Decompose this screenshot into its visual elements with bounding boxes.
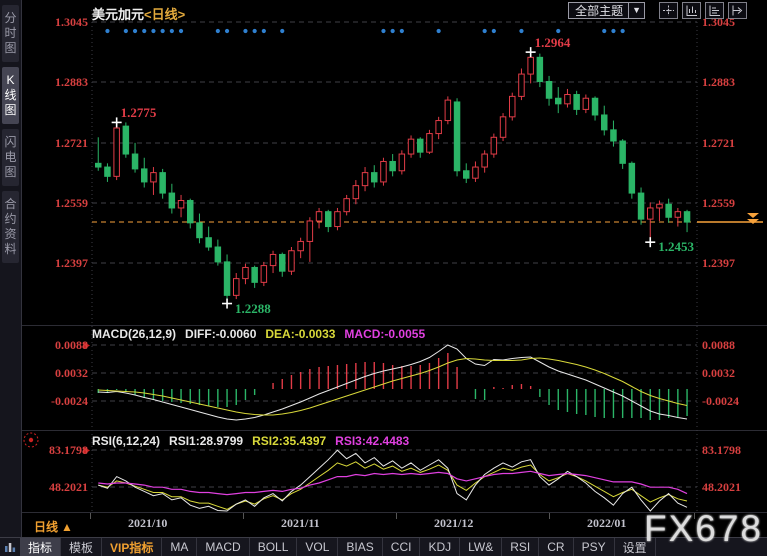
- mini-chart-icon-glyph: [5, 543, 16, 552]
- rsi-panel-plot: [98, 449, 688, 512]
- toolbar-item-boll[interactable]: BOLL: [250, 538, 298, 556]
- x-axis-scale-button[interactable]: [705, 2, 724, 19]
- sidebar-tab-kline-chart[interactable]: K线图: [2, 67, 19, 124]
- toolbar-item-psy[interactable]: PSY: [574, 538, 615, 556]
- trading-app-window: 分时图 K线图 闪电图 合约资料 全部主题 ▼ 美元加元<日线> MACD(26…: [0, 0, 767, 556]
- rsi-header: RSI(6,12,24) RSI1:28.9799 RSI2:35.4397 RSI3…: [92, 434, 418, 448]
- y-axis-label: 0.0032: [55, 366, 88, 380]
- top-controls: 全部主题 ▼: [568, 2, 747, 19]
- price-annotation: 1.2964: [534, 35, 571, 51]
- x-axis-date-label: 2021/10: [128, 516, 168, 530]
- y-axis-label: 83.1798: [702, 443, 741, 457]
- toolbar-item-cr[interactable]: CR: [539, 538, 574, 556]
- chart-type-sidebar: 分时图 K线图闪电图合约资料: [0, 0, 22, 537]
- sidebar-tab-contract-info[interactable]: 合约资料: [2, 191, 19, 263]
- y-axis-label: 0.0032: [702, 366, 735, 380]
- symbol-name: 美元加元: [92, 7, 145, 22]
- price-annotation: 1.2288: [235, 300, 271, 316]
- mini-chart-icon[interactable]: [0, 538, 20, 556]
- date-axis: 日线 ▲ 2021/10 2021/11 2021/12 2022/01: [22, 513, 767, 537]
- sidebar-tab-lightning-chart[interactable]: 闪电图: [2, 129, 19, 186]
- toolbar-item-settings[interactable]: 设置: [615, 538, 656, 556]
- y-axis-label: 1.2883: [702, 75, 735, 89]
- theme-dropdown[interactable]: 全部主题 ▼: [568, 2, 645, 19]
- y-axis-label: 1.2883: [55, 75, 88, 89]
- y-axis-label: -0.0024: [702, 394, 739, 408]
- y-axis-label: 1.2559: [702, 196, 735, 210]
- price-marker-icon: [747, 213, 759, 218]
- rsi-title: RSI(6,12,24): [92, 434, 161, 448]
- chevron-down-icon: ▼: [628, 3, 644, 18]
- rsi1-line: [98, 449, 688, 512]
- shift-right-button[interactable]: [728, 2, 747, 19]
- y-axis-label: 1.2397: [702, 256, 735, 270]
- toolbar-item-kdj[interactable]: KDJ: [420, 538, 461, 556]
- y-axis-label: 0.0088: [55, 338, 88, 352]
- toolbar-item-vol[interactable]: VOL: [297, 538, 339, 556]
- toolbar-item-templates[interactable]: 模板: [61, 538, 103, 556]
- x-axis-date-label: 2022/01: [587, 516, 627, 530]
- triangle-up-icon: ▲: [61, 520, 73, 534]
- x-axis-tick: [694, 513, 695, 519]
- chart-title: 美元加元<日线>: [92, 4, 185, 23]
- sidebar-tab-time-chart[interactable]: 分时图: [2, 5, 19, 62]
- y-axis-label: 48.2021: [702, 480, 741, 494]
- macd-macd-value: MACD:-0.0055: [344, 327, 426, 341]
- y-axis-label: 1.2721: [702, 136, 735, 150]
- chart-svg: [23, 10, 763, 512]
- toolbar-item-vip-indicators[interactable]: VIP指标: [102, 538, 163, 556]
- macd-dea-value: DEA:-0.0033: [265, 327, 336, 341]
- toolbar-item-ma[interactable]: MA: [162, 538, 198, 556]
- signal-dots: [105, 28, 625, 34]
- toolbar-item-macd[interactable]: MACD: [197, 538, 250, 556]
- y-axis-label: 1.2559: [55, 196, 88, 210]
- y-axis-label: 48.2021: [49, 480, 88, 494]
- y-axis-label: 83.1798: [49, 443, 88, 457]
- shift-right-icon: [732, 5, 743, 16]
- macd-panel-plot: [97, 344, 688, 421]
- price-annotation: 1.2453: [658, 239, 694, 255]
- toolbar-item-indicators[interactable]: 指标: [20, 538, 62, 556]
- x-axis-tick: [90, 513, 91, 519]
- x-axis-tick: [549, 513, 550, 519]
- x-axis-tick: [396, 513, 397, 519]
- period-label: 日线: [34, 520, 59, 534]
- y-axis-label: 1.2721: [55, 136, 88, 150]
- rsi2-value: RSI2:35.4397: [252, 434, 327, 448]
- y-axis-label: 1.2397: [55, 256, 88, 270]
- price-annotation: 1.2775: [120, 105, 157, 121]
- crosshair-tool-button[interactable]: [659, 2, 678, 19]
- period-selector[interactable]: 日线 ▲: [34, 518, 73, 535]
- toolbar-item-rsi[interactable]: RSI: [502, 538, 540, 556]
- theme-dropdown-label: 全部主题: [575, 4, 624, 18]
- y-axis-scale-icon: [686, 5, 697, 16]
- x-axis-tick: [243, 513, 244, 519]
- toolbar-item-lwr[interactable]: LW&: [460, 538, 503, 556]
- y-axis-label: 0.0088: [702, 338, 735, 352]
- candlestick-series: [95, 52, 691, 304]
- macd-diff-value: DIFF:-0.0060: [185, 327, 257, 341]
- x-axis-date-label: 2021/11: [281, 516, 320, 530]
- period-tag: <日线>: [144, 7, 186, 22]
- crosshair-icon: [663, 5, 674, 16]
- y-axis-scale-button[interactable]: [682, 2, 701, 19]
- indicator-toolbar: 指标 模板 VIP指标 MA MACD BOLL VOL BIAS CCI KDJ LW& RSI CR…: [0, 537, 767, 556]
- toolbar-item-bias[interactable]: BIAS: [338, 538, 383, 556]
- x-axis-scale-icon: [709, 5, 720, 16]
- y-axis-label: -0.0024: [51, 394, 88, 408]
- rsi3-value: RSI3:42.4483: [335, 434, 410, 448]
- toolbar-item-cci[interactable]: CCI: [383, 538, 421, 556]
- chart-canvas[interactable]: [0, 0, 767, 556]
- x-axis-date-label: 2021/12: [434, 516, 474, 530]
- rsi1-value: RSI1:28.9799: [169, 434, 244, 448]
- rsi3-line: [98, 470, 688, 496]
- macd-title: MACD(26,12,9): [92, 327, 177, 341]
- y-axis-label: 1.3045: [55, 15, 88, 29]
- macd-header: MACD(26,12,9) DIFF:-0.0060 DEA:-0.0033 MACD…: [92, 327, 434, 341]
